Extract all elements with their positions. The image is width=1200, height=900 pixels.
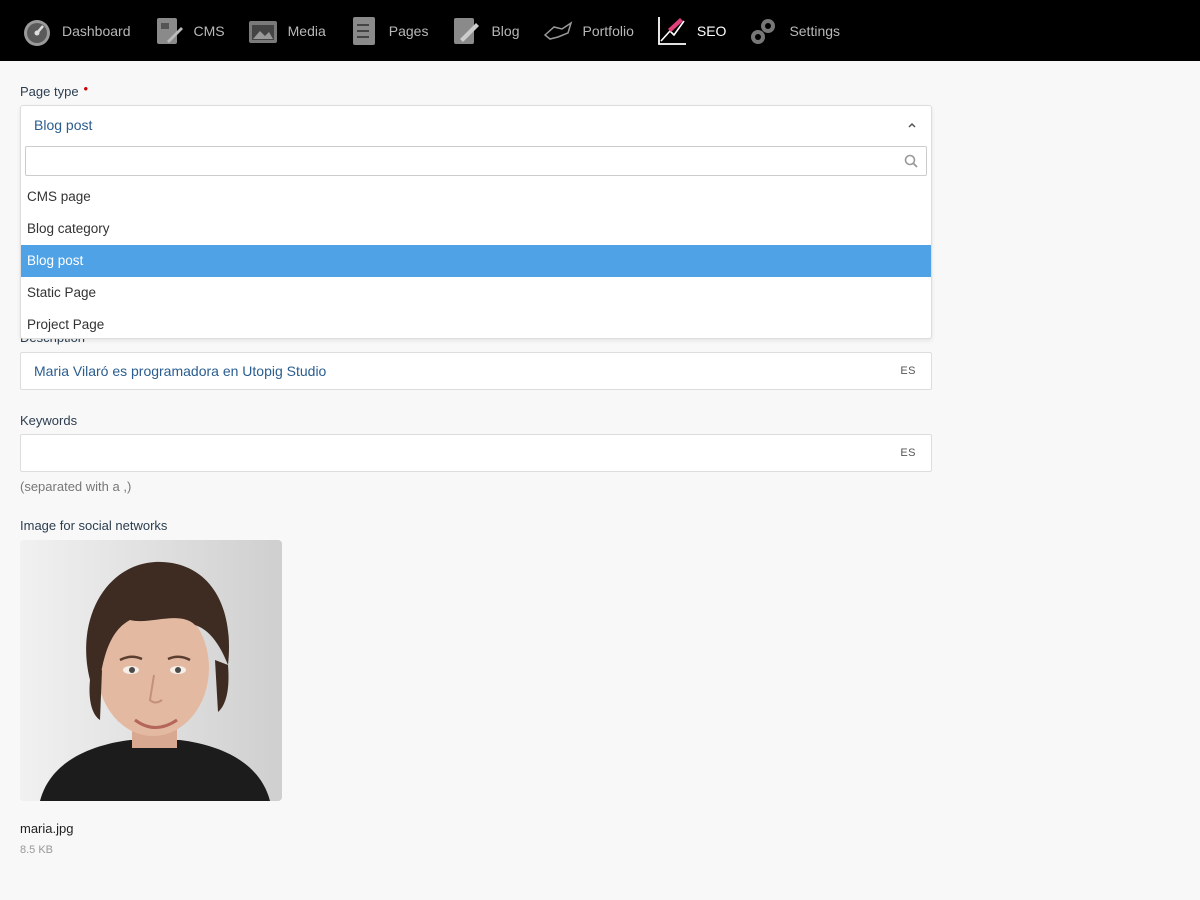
language-badge[interactable]: ES bbox=[900, 365, 916, 377]
page-type-selected-value: Blog post bbox=[34, 117, 93, 133]
nav-label: Portfolio bbox=[582, 22, 634, 39]
keywords-label: Keywords bbox=[20, 413, 78, 428]
social-image-preview[interactable] bbox=[20, 540, 282, 801]
image-filename: maria.jpg bbox=[20, 821, 74, 836]
option-blog-category[interactable]: Blog category bbox=[21, 213, 931, 245]
required-marker: • bbox=[83, 81, 89, 96]
image-filesize: 8.5 KB bbox=[20, 844, 54, 856]
page-type-options: CMS page Blog category Blog post Static … bbox=[21, 181, 931, 341]
search-icon bbox=[904, 154, 918, 168]
nav-item-dashboard[interactable]: Dashboard bbox=[0, 0, 143, 61]
option-static-page[interactable]: Static Page bbox=[21, 277, 931, 309]
description-value: Maria Vilaró es programadora en Utopig S… bbox=[34, 363, 327, 379]
top-navigation: Dashboard CMS Media Pages Blog Portfolio… bbox=[0, 0, 1200, 61]
page-type-label-text: Page type bbox=[20, 84, 79, 99]
page-type-search-box[interactable] bbox=[25, 146, 927, 176]
nav-item-media[interactable]: Media bbox=[237, 0, 338, 61]
option-project-page[interactable]: Project Page bbox=[21, 309, 931, 341]
keywords-field[interactable]: ES bbox=[20, 434, 932, 472]
nav-item-portfolio[interactable]: Portfolio bbox=[532, 0, 646, 61]
social-image-label: Image for social networks bbox=[20, 518, 168, 533]
nav-label: Settings bbox=[789, 22, 841, 39]
portfolio-icon bbox=[543, 20, 572, 40]
nav-item-settings[interactable]: Settings bbox=[738, 0, 852, 61]
nav-label: Pages bbox=[388, 22, 429, 39]
cms-icon bbox=[156, 17, 183, 44]
option-blog-post[interactable]: Blog post bbox=[21, 245, 931, 277]
page-type-select[interactable]: Blog post CMS page Blog category Blog po… bbox=[20, 105, 932, 339]
nav-item-blog[interactable]: Blog bbox=[440, 0, 531, 61]
chevron-up-icon[interactable] bbox=[907, 120, 917, 130]
language-badge[interactable]: ES bbox=[900, 447, 916, 459]
blog-icon bbox=[454, 17, 480, 44]
nav-label: Blog bbox=[491, 22, 520, 39]
keywords-hint: (separated with a ,) bbox=[20, 479, 132, 494]
option-cms-page[interactable]: CMS page bbox=[21, 181, 931, 213]
page-type-label: Page type • bbox=[20, 81, 89, 99]
seo-icon bbox=[657, 16, 686, 45]
gear-icon bbox=[751, 18, 776, 44]
media-icon bbox=[248, 20, 277, 43]
description-field[interactable]: Maria Vilaró es programadora en Utopig S… bbox=[20, 352, 932, 390]
nav-label: Dashboard bbox=[62, 22, 131, 39]
page-type-current[interactable]: Blog post bbox=[21, 106, 931, 144]
nav-label: SEO bbox=[696, 22, 727, 39]
page-type-search-input[interactable] bbox=[30, 147, 894, 175]
dashboard-icon bbox=[24, 19, 50, 46]
nav-item-seo[interactable]: SEO bbox=[646, 0, 739, 61]
nav-item-cms[interactable]: CMS bbox=[143, 0, 237, 61]
portrait-image bbox=[20, 540, 282, 801]
nav-label: Media bbox=[287, 22, 326, 39]
nav-item-pages[interactable]: Pages bbox=[338, 0, 441, 61]
pages-icon bbox=[352, 16, 375, 45]
nav-label: CMS bbox=[193, 22, 225, 39]
